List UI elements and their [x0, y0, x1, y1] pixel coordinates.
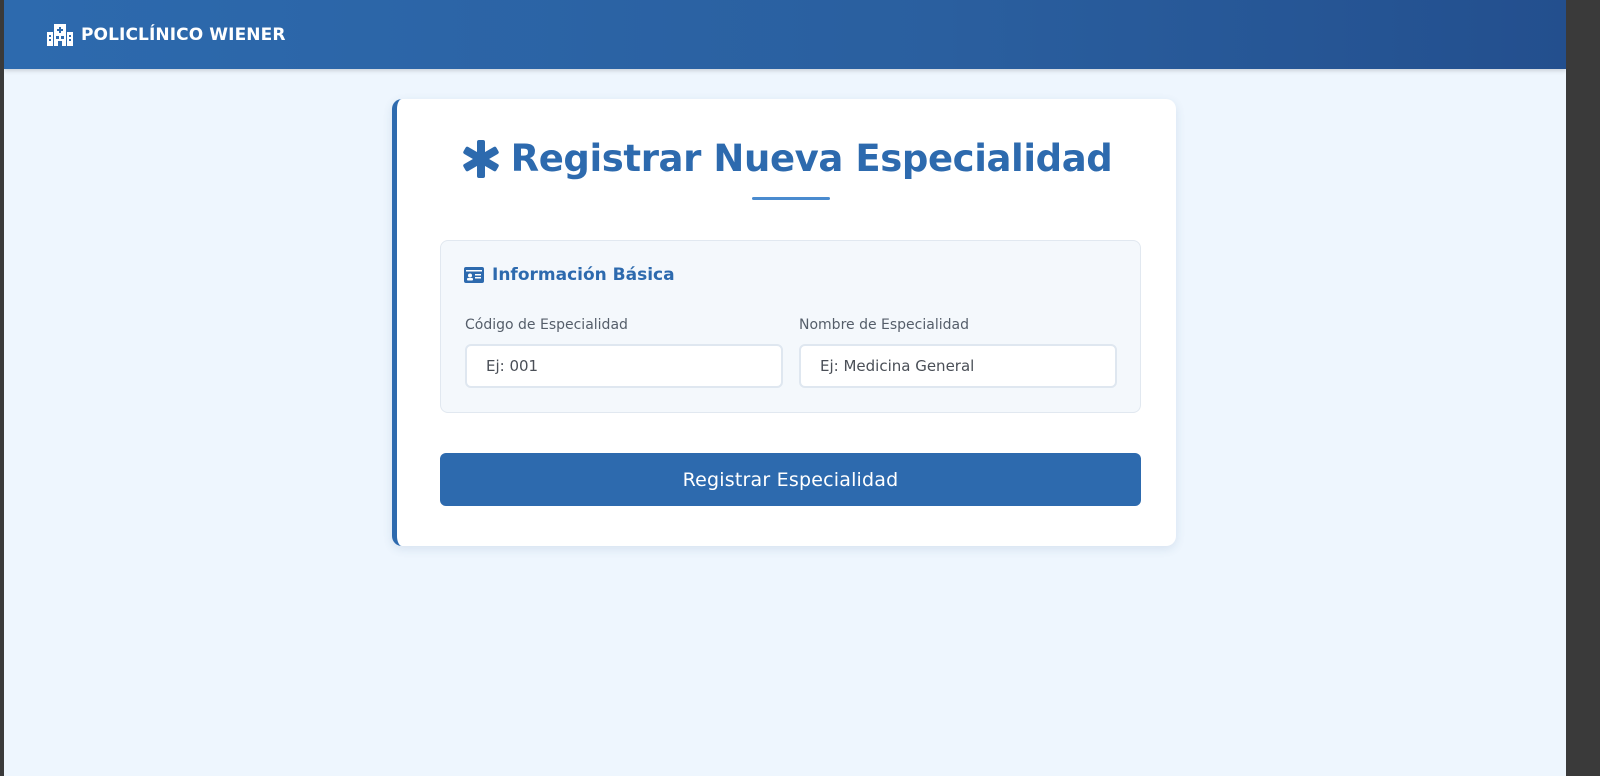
asterisk-icon	[461, 139, 501, 179]
scrollbar[interactable]	[1566, 0, 1600, 776]
navbar: POLICLÍNICO WIENER	[4, 0, 1566, 69]
title-underline	[752, 197, 830, 200]
register-specialty-card: Registrar Nueva Especialidad Información…	[392, 99, 1176, 546]
specialty-name-field: Nombre de Especialidad	[799, 317, 1117, 388]
basic-info-section: Información Básica Código de Especialida…	[440, 240, 1141, 413]
page-title-row: Registrar Nueva Especialidad	[397, 137, 1176, 180]
specialty-code-label: Código de Especialidad	[465, 317, 628, 333]
specialty-code-field: Código de Especialidad	[465, 317, 783, 388]
specialty-name-input[interactable]	[799, 344, 1117, 388]
brand[interactable]: POLICLÍNICO WIENER	[47, 23, 286, 46]
specialty-code-input[interactable]	[465, 344, 783, 388]
section-header: Información Básica	[464, 265, 675, 285]
brand-name: POLICLÍNICO WIENER	[81, 24, 286, 45]
specialty-name-label: Nombre de Especialidad	[799, 317, 969, 333]
id-card-icon	[464, 267, 484, 283]
section-title: Información Básica	[492, 265, 675, 285]
hospital-icon	[47, 23, 73, 46]
register-specialty-button[interactable]: Registrar Especialidad	[440, 453, 1141, 506]
page-viewport: POLICLÍNICO WIENER Registrar Nueva Espec…	[4, 0, 1566, 776]
page-title: Registrar Nueva Especialidad	[510, 137, 1113, 180]
